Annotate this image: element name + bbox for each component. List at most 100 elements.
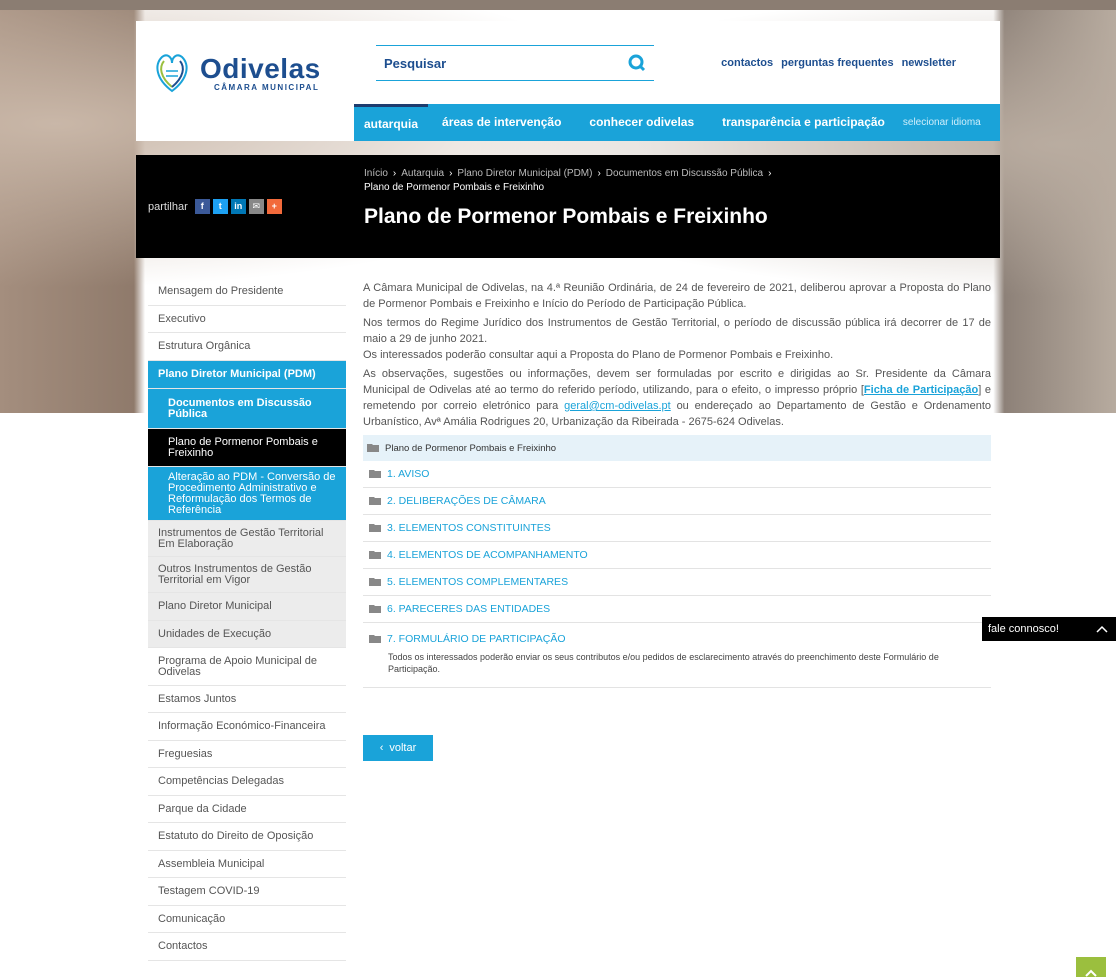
breadcrumb-current: Plano de Pormenor Pombais e Freixinho	[364, 182, 545, 193]
top-links: contactos perguntas frequentes newslette…	[721, 57, 956, 69]
sidebar-item-assembleia-municipal[interactable]: Assembleia Municipal	[148, 851, 346, 878]
sidebar: Mensagem do Presidente Executivo Estrutu…	[148, 278, 346, 961]
doc-folder-aviso[interactable]: 1. AVISO	[363, 461, 991, 488]
doc-folder-label: 4. ELEMENTOS DE ACOMPANHAMENTO	[387, 549, 588, 561]
breadcrumb-item[interactable]: Plano Diretor Municipal (PDM)	[457, 168, 592, 179]
folder-icon	[369, 497, 381, 505]
doc-folder-label: 5. ELEMENTOS COMPLEMENTARES	[387, 576, 569, 588]
doc-folder-elementos-constituintes[interactable]: 3. ELEMENTOS CONSTITUINTES	[363, 515, 991, 542]
sidebar-item-contactos[interactable]: Contactos	[148, 933, 346, 961]
doc-folder-pareceres[interactable]: 6. PARECERES DAS ENTIDADES	[363, 596, 991, 623]
folder-icon	[369, 524, 381, 532]
site-header: Odivelas CÂMARA MUNICIPAL Pesquisar cont…	[136, 21, 1000, 141]
sidebar-item-unidades-execucao[interactable]: Unidades de Execução	[148, 621, 346, 648]
sidebar-item-comunicacao[interactable]: Comunicação	[148, 906, 346, 933]
doc-folder-label: 6. PARECERES DAS ENTIDADES	[387, 603, 551, 615]
sidebar-item-parque-cidade[interactable]: Parque da Cidade	[148, 796, 346, 823]
doc-folder-label: 3. ELEMENTOS CONSTITUINTES	[387, 522, 551, 534]
logo-mark-icon	[156, 54, 188, 93]
sidebar-item-plano-pormenor[interactable]: Plano de Pormenor Pombais e Freixinho	[148, 429, 346, 467]
facebook-icon[interactable]: f	[194, 199, 210, 214]
email-link[interactable]: geral@cm-odivelas.pt	[564, 400, 671, 412]
doc-folder-label: 2. DELIBERAÇÕES DE CÂMARA	[387, 495, 546, 507]
search-icon[interactable]	[628, 54, 646, 72]
paragraph: Nos termos do Regime Jurídico dos Instru…	[363, 317, 991, 345]
folder-header: Plano de Pormenor Pombais e Freixinho	[363, 435, 991, 461]
sidebar-item-mensagem-presidente[interactable]: Mensagem do Presidente	[148, 278, 346, 306]
chevron-right-icon: ›	[392, 168, 397, 179]
link-newsletter[interactable]: newsletter	[902, 57, 956, 69]
breadcrumb-item[interactable]: Autarquia	[401, 168, 444, 179]
share-label: partilhar	[148, 200, 188, 213]
main-content: A Câmara Municipal de Odivelas, na 4.ª R…	[363, 280, 991, 688]
doc-folder-label: 7. FORMULÁRIO DE PARTICIPAÇÃO	[387, 633, 566, 645]
sidebar-item-testagem-covid[interactable]: Testagem COVID-19	[148, 878, 346, 906]
folder-icon	[369, 578, 381, 586]
doc-folder-title: 7. FORMULÁRIO DE PARTICIPAÇÃO	[369, 633, 991, 645]
folder-title: Plano de Pormenor Pombais e Freixinho	[385, 442, 557, 454]
sidebar-item-informacao-financeira[interactable]: Informação Económico-Financeira	[148, 713, 346, 741]
paragraph: Os interessados poderão consultar aqui a…	[363, 349, 834, 361]
chevron-right-icon: ›	[768, 168, 772, 179]
chevron-left-icon: ‹	[379, 742, 384, 754]
doc-folder-elementos-acompanhamento[interactable]: 4. ELEMENTOS DE ACOMPANHAMENTO	[363, 542, 991, 569]
chevron-right-icon: ›	[597, 168, 601, 179]
main-nav: autarquia áreas de intervenção conhecer …	[354, 104, 1000, 141]
nav-areas-intervencao[interactable]: áreas de intervenção	[428, 104, 575, 141]
language-selector[interactable]: selecionar idioma	[899, 104, 981, 141]
search-input[interactable]: Pesquisar	[384, 56, 446, 71]
chevron-up-icon	[1096, 625, 1108, 633]
nav-conhecer-odivelas[interactable]: conhecer odivelas	[575, 104, 708, 141]
sidebar-item-freguesias[interactable]: Freguesias	[148, 741, 346, 768]
back-button[interactable]: ‹ voltar	[363, 735, 433, 761]
folder-icon	[369, 551, 381, 559]
ficha-participacao-link[interactable]: Ficha de Participação	[864, 384, 978, 396]
paragraph: A Câmara Municipal de Odivelas, na 4.ª R…	[363, 282, 991, 310]
link-contactos[interactable]: contactos	[721, 57, 773, 69]
folder-icon	[369, 470, 381, 478]
doc-folder-description: Todos os interessados poderão enviar os …	[388, 652, 939, 674]
breadcrumb: Início › Autarquia › Plano Diretor Municipal…	[364, 167, 884, 195]
sidebar-item-estamos-juntos[interactable]: Estamos Juntos	[148, 686, 346, 713]
sidebar-item-estrutura-organica[interactable]: Estrutura Orgânica	[148, 333, 346, 361]
back-button-label: voltar	[389, 742, 417, 754]
more-share-icon[interactable]: +	[266, 199, 282, 214]
logo-subtitle: CÂMARA MUNICIPAL	[214, 82, 320, 92]
logo-title: Odivelas	[200, 52, 321, 84]
sidebar-item-outros-instrumentos[interactable]: Outros Instrumentos de Gestão Territoria…	[148, 557, 346, 593]
breadcrumb-item[interactable]: Início	[364, 168, 388, 179]
doc-folder-formulario[interactable]: 7. FORMULÁRIO DE PARTICIPAÇÃO Todos os i…	[363, 623, 991, 688]
sidebar-item-pdm[interactable]: Plano Diretor Municipal (PDM)	[148, 361, 346, 389]
sidebar-item-competencias-delegadas[interactable]: Competências Delegadas	[148, 768, 346, 796]
sidebar-item-programa-apoio[interactable]: Programa de Apoio Municipal de Odivelas	[148, 648, 346, 686]
title-bar: partilhar f t in ✉ + Início › Autarquia › Pl…	[136, 155, 1000, 258]
share-bar: partilhar f t in ✉ +	[148, 199, 282, 214]
sidebar-item-documentos-discussao[interactable]: Documentos em Discussão Pública	[148, 389, 346, 429]
page-title: Plano de Pormenor Pombais e Freixinho	[364, 205, 768, 228]
logo[interactable]: Odivelas CÂMARA MUNICIPAL	[152, 51, 321, 95]
link-perguntas-frequentes[interactable]: perguntas frequentes	[781, 57, 893, 69]
doc-folder-deliberacoes[interactable]: 2. DELIBERAÇÕES DE CÂMARA	[363, 488, 991, 515]
paragraph: As observações, sugestões ou informações…	[363, 366, 991, 430]
chat-widget[interactable]: fale connosco!	[982, 617, 1116, 641]
twitter-icon[interactable]: t	[212, 199, 228, 214]
folder-icon	[369, 635, 381, 643]
sidebar-item-plano-diretor[interactable]: Plano Diretor Municipal	[148, 593, 346, 621]
search-box[interactable]: Pesquisar	[376, 45, 654, 81]
sidebar-item-estatuto-oposicao[interactable]: Estatuto do Direito de Oposição	[148, 823, 346, 851]
nav-autarquia[interactable]: autarquia	[354, 104, 429, 141]
sidebar-item-alteracao-pdm[interactable]: Alteração ao PDM - Conversão de Procedim…	[148, 467, 346, 521]
linkedin-icon[interactable]: in	[230, 199, 246, 214]
folder-icon	[369, 605, 381, 613]
scroll-to-top-button[interactable]	[1076, 957, 1106, 977]
chevron-up-icon	[1085, 969, 1097, 977]
breadcrumb-item[interactable]: Documentos em Discussão Pública	[606, 168, 763, 179]
chat-label: fale connosco!	[988, 623, 1059, 635]
sidebar-item-executivo[interactable]: Executivo	[148, 306, 346, 333]
folder-open-icon	[367, 444, 379, 452]
nav-transparencia[interactable]: transparência e participação	[708, 104, 899, 141]
chevron-right-icon: ›	[449, 168, 453, 179]
email-icon[interactable]: ✉	[248, 199, 264, 214]
doc-folder-elementos-complementares[interactable]: 5. ELEMENTOS COMPLEMENTARES	[363, 569, 991, 596]
sidebar-item-instrumentos-elaboracao[interactable]: Instrumentos de Gestão Territorial Em El…	[148, 521, 346, 557]
